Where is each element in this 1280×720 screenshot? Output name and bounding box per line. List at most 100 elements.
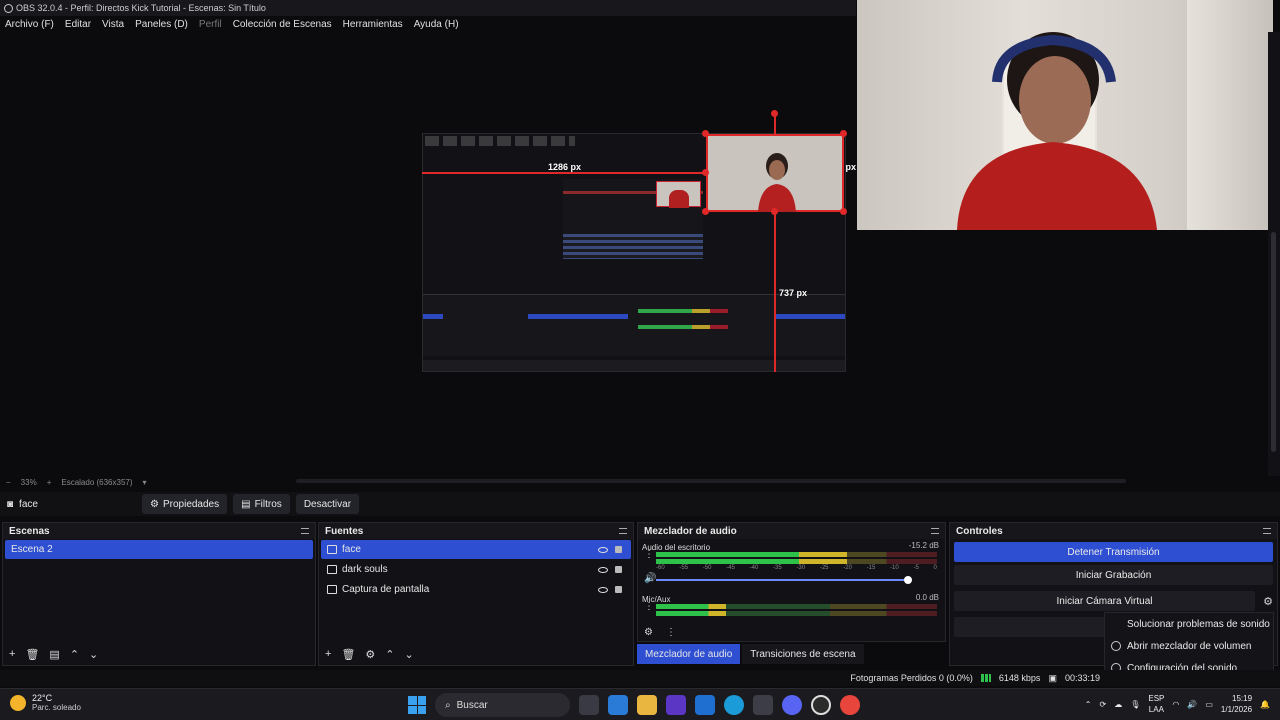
volume-knob[interactable] (903, 576, 912, 584)
move-up-icon[interactable]: ⌃ (70, 648, 79, 661)
audio-mixer-dock: Mezclador de audio Audio del escritorio … (637, 522, 946, 642)
menu-herramientas[interactable]: Herramientas (343, 19, 403, 30)
menu-label: Abrir mezclador de volumen (1127, 640, 1252, 652)
mixer-more-icon[interactable]: ⋮ (666, 627, 676, 638)
virtual-camera-settings-icon[interactable]: ⚙ (1259, 595, 1277, 608)
wifi-icon[interactable]: ◠ (1172, 700, 1179, 709)
chrome-icon[interactable] (840, 695, 860, 715)
clock[interactable]: 15:19 1/1/2026 (1221, 693, 1252, 715)
windows-start-icon[interactable] (408, 696, 426, 714)
camera-icon (327, 545, 337, 554)
gear-icon: ⚙ (150, 498, 159, 510)
stop-streaming-button[interactable]: Detener Transmisión (954, 542, 1273, 562)
store-icon[interactable] (753, 695, 773, 715)
dock-menu-icon[interactable] (1263, 528, 1271, 534)
menu-ayuda[interactable]: Ayuda (H) (414, 19, 459, 30)
more-icon[interactable]: ⋮ (644, 549, 654, 560)
file-explorer-icon[interactable] (637, 695, 657, 715)
tab-audio-mixer[interactable]: Mezclador de audio (637, 644, 741, 664)
resize-handle-br[interactable] (840, 208, 847, 215)
nested-capture-preview (563, 179, 703, 259)
resize-handle-bottom[interactable] (771, 208, 778, 215)
more-icon[interactable]: ⋮ (644, 601, 654, 612)
battery-icon[interactable]: ▭ (1205, 700, 1213, 709)
resize-handle-left[interactable] (702, 169, 709, 176)
mixer-settings-icon[interactable]: ⚙ (644, 627, 653, 638)
tab-scene-transitions[interactable]: Transiciones de escena (742, 644, 864, 664)
selected-face-source[interactable] (706, 134, 844, 212)
mic-icon[interactable]: 🎙 (1130, 700, 1140, 709)
preview-vertical-scrollbar[interactable] (1268, 32, 1280, 476)
scene-item[interactable]: Escena 2 (5, 540, 313, 559)
move-down-icon[interactable]: ⌄ (89, 648, 98, 661)
dock-menu-icon[interactable] (931, 528, 939, 534)
resize-handle-tl[interactable] (702, 130, 709, 137)
move-up-icon[interactable]: ⌃ (385, 648, 394, 661)
source-label: Captura de pantalla (342, 584, 430, 595)
volume-icon[interactable]: 🔊 (1187, 700, 1197, 709)
lock-icon[interactable] (615, 586, 622, 593)
task-view-icon[interactable] (579, 695, 599, 715)
scene-label: Escena 2 (11, 544, 53, 555)
volume-slider[interactable] (656, 576, 912, 584)
language-indicator[interactable]: ESP LAA (1148, 693, 1164, 715)
move-down-icon[interactable]: ⌄ (405, 648, 414, 661)
speaker-icon[interactable]: 🔊 (644, 573, 656, 584)
dock-menu-icon[interactable] (619, 528, 627, 534)
windows-taskbar: 22°C Parc. soleado ⌕ Buscar ⌃ ⟳ ☁ 🎙 ESP … (0, 688, 1280, 720)
trash-icon[interactable]: 🗑 (341, 648, 355, 661)
onedrive-icon[interactable]: ☁ (1114, 700, 1122, 709)
resize-handle-bl[interactable] (702, 208, 709, 215)
resize-handle-tr[interactable] (840, 130, 847, 137)
menu-archivo[interactable]: Archivo (F) (5, 19, 54, 30)
mail-icon[interactable] (695, 695, 715, 715)
zoom-level[interactable]: 33% (21, 478, 37, 487)
discord-icon[interactable] (782, 695, 802, 715)
obs-icon[interactable] (811, 695, 831, 715)
sync-icon[interactable]: ⟳ (1100, 700, 1107, 709)
mixer-tabs: Mezclador de audio Transiciones de escen… (637, 644, 864, 664)
zoom-out-icon[interactable]: − (6, 478, 11, 487)
start-virtual-camera-button[interactable]: Iniciar Cámara Virtual (954, 591, 1255, 611)
taskbar-search[interactable]: ⌕ Buscar (435, 693, 570, 717)
notification-icon[interactable]: 🔔 (1260, 700, 1270, 709)
menu-open-volume-mixer[interactable]: Abrir mezclador de volumen (1105, 635, 1273, 657)
deactivate-button[interactable]: Desactivar (295, 494, 360, 514)
lock-icon[interactable] (615, 546, 622, 553)
weather-widget[interactable]: 22°C Parc. soleado (10, 693, 81, 712)
copilot-icon[interactable] (608, 695, 628, 715)
edge-icon[interactable] (724, 695, 744, 715)
filter-icon[interactable]: ▤ (49, 648, 59, 661)
preview-horizontal-scrollbar[interactable] (296, 479, 1126, 483)
menu-editar[interactable]: Editar (65, 19, 91, 30)
source-item-dark-souls[interactable]: dark souls (321, 560, 631, 579)
menu-vista[interactable]: Vista (102, 19, 124, 30)
lock-icon[interactable] (615, 566, 622, 573)
filters-label: Filtros (254, 498, 282, 510)
eye-icon[interactable] (598, 586, 608, 593)
scale-dropdown-icon[interactable]: ▾ (143, 478, 147, 487)
menu-paneles[interactable]: Paneles (D) (135, 19, 188, 30)
bitrate: 6148 kbps (998, 673, 1041, 683)
start-recording-button[interactable]: Iniciar Grabación (954, 565, 1273, 585)
properties-button[interactable]: ⚙ Propiedades (142, 494, 228, 514)
eye-icon[interactable] (598, 546, 608, 553)
menu-troubleshoot-sound[interactable]: Solucionar problemas de sonido (1105, 613, 1273, 635)
filters-button[interactable]: ▤ Filtros (233, 494, 290, 514)
rotate-handle[interactable] (771, 110, 778, 117)
dock-menu-icon[interactable] (301, 528, 309, 534)
source-item-screen-capture[interactable]: Captura de pantalla (321, 580, 631, 599)
zoom-in-icon[interactable]: + (47, 478, 52, 487)
menu-coleccion-escenas[interactable]: Colección de Escenas (233, 19, 332, 30)
gear-icon[interactable]: ⚙ (365, 648, 375, 661)
app-icon[interactable] (666, 695, 686, 715)
chevron-up-icon[interactable]: ⌃ (1085, 700, 1092, 709)
weather-text: Parc. soleado (32, 703, 81, 712)
mixer-icon (1111, 641, 1121, 651)
source-item-face[interactable]: face (321, 540, 631, 559)
eye-icon[interactable] (598, 566, 608, 573)
add-icon[interactable]: + (9, 648, 15, 660)
menu-perfil[interactable]: Perfil (199, 19, 222, 30)
add-icon[interactable]: + (325, 648, 331, 660)
trash-icon[interactable]: 🗑 (25, 648, 39, 661)
